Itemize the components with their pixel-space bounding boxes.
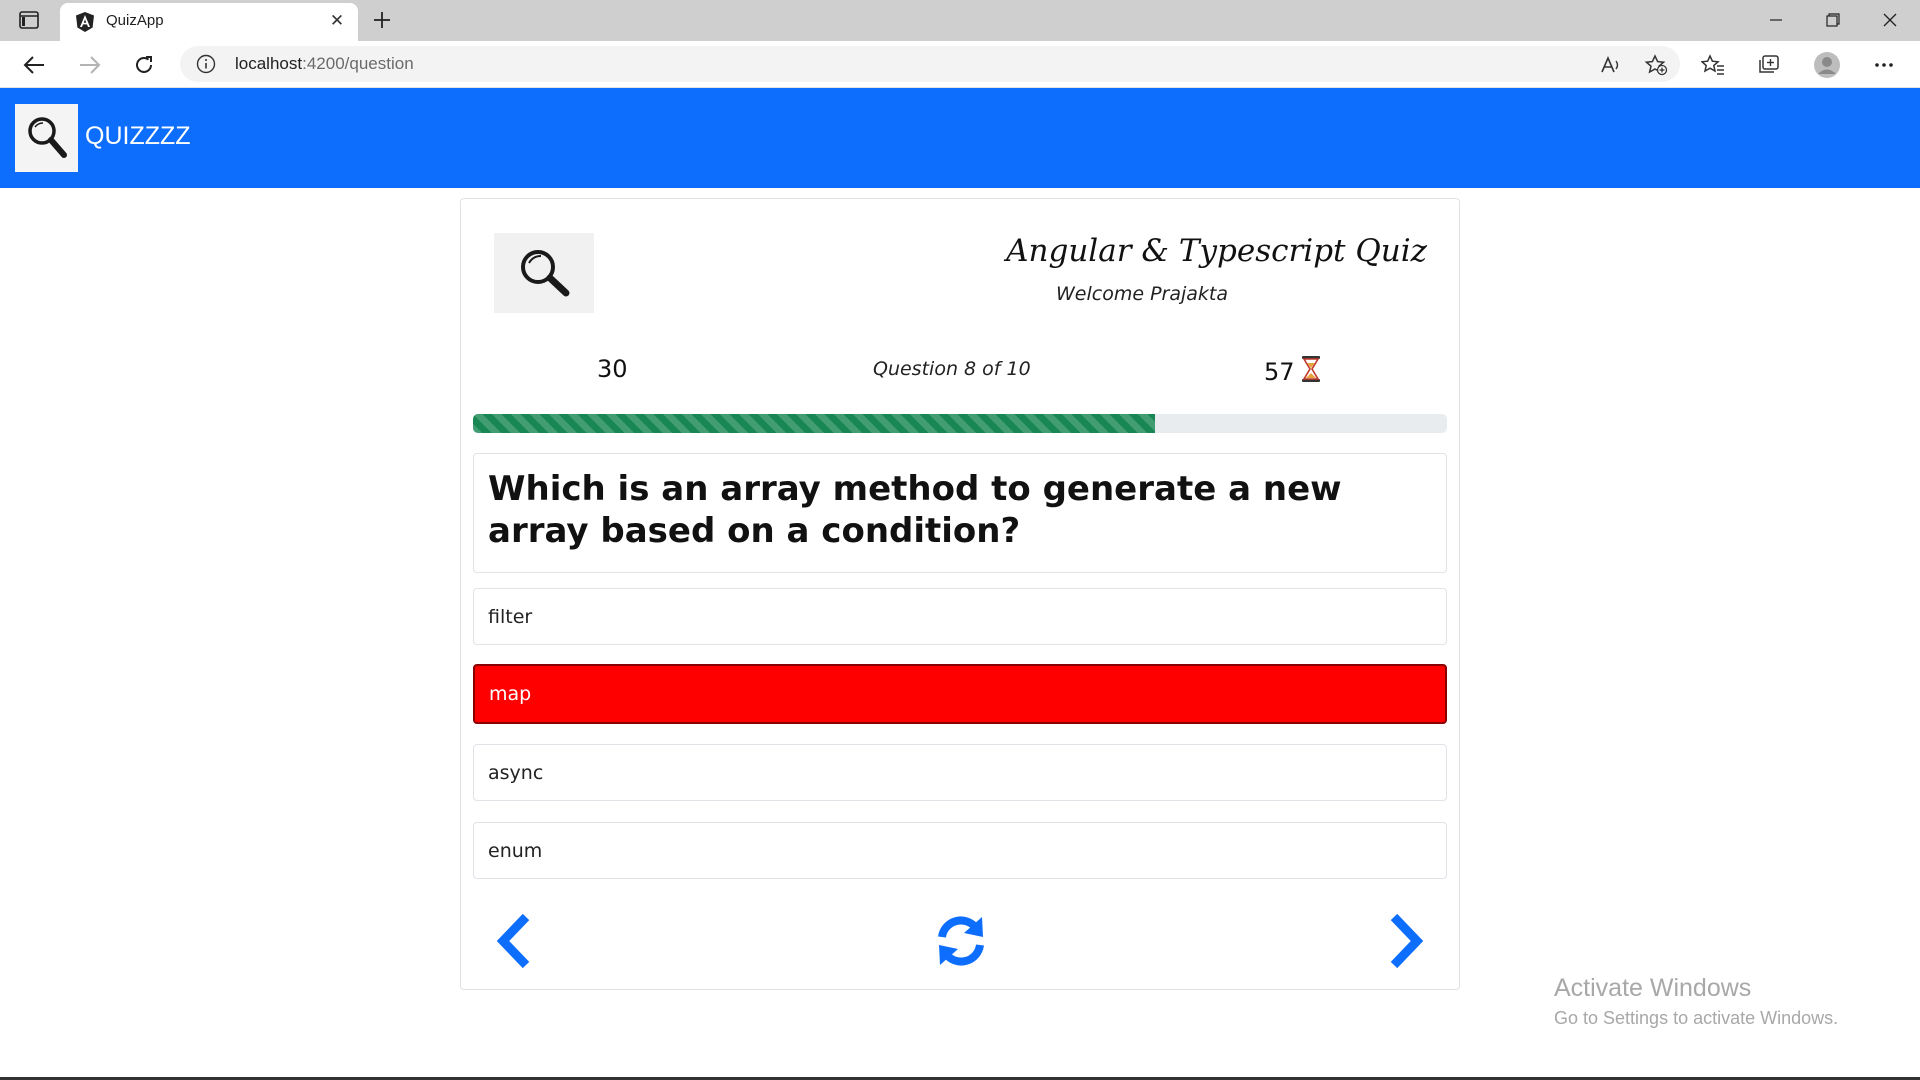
url-path: :4200/question xyxy=(302,54,414,73)
brand-title[interactable]: QUIZZZZ xyxy=(85,122,191,151)
quiz-card: Angular & Typescript Quiz Welcome Prajak… xyxy=(460,198,1460,990)
more-icon[interactable] xyxy=(1868,49,1900,81)
browser-tab-bar: QuizApp ✕ xyxy=(0,0,1920,41)
profile-icon[interactable] xyxy=(1811,49,1843,81)
close-icon[interactable]: ✕ xyxy=(326,10,348,32)
forward-arrow-icon[interactable] xyxy=(74,49,106,81)
refresh-quiz-button[interactable] xyxy=(929,909,993,973)
timer: 57 xyxy=(1264,355,1321,389)
collections-icon[interactable] xyxy=(1753,49,1785,81)
option-map[interactable]: map xyxy=(473,664,1447,724)
url-field[interactable]: localhost:4200/question xyxy=(180,46,1680,82)
info-icon[interactable] xyxy=(196,54,216,74)
previous-question-button[interactable] xyxy=(489,909,539,973)
quiz-title: Angular & Typescript Quiz xyxy=(1006,233,1427,269)
minimize-icon[interactable] xyxy=(1748,0,1804,40)
option-label: enum xyxy=(488,839,543,862)
progress-bar-fill xyxy=(473,414,1155,433)
browser-tab[interactable]: QuizApp ✕ xyxy=(60,3,358,41)
chevron-right-icon xyxy=(1390,913,1424,969)
option-enum[interactable]: enum xyxy=(473,822,1447,879)
points-value: 30 xyxy=(597,355,628,383)
tab-actions-icon[interactable] xyxy=(14,6,44,34)
option-label: map xyxy=(489,683,532,705)
app-navbar: QUIZZZZ xyxy=(0,88,1920,188)
favorites-icon[interactable] xyxy=(1697,49,1729,81)
browser-address-bar: localhost:4200/question xyxy=(0,41,1920,88)
close-window-icon[interactable] xyxy=(1862,0,1918,40)
url-host: localhost xyxy=(235,54,303,73)
option-label: filter xyxy=(488,605,533,628)
welcome-text: Welcome Prajakta xyxy=(1056,283,1228,305)
question-counter: Question 8 of 10 xyxy=(873,358,1031,380)
next-question-button[interactable] xyxy=(1381,909,1431,973)
activation-watermark-subtitle: Go to Settings to activate Windows. xyxy=(1554,1008,1839,1028)
back-arrow-icon[interactable] xyxy=(18,49,50,81)
add-favorite-icon[interactable] xyxy=(1640,49,1672,81)
question-text: Which is an array method to generate a n… xyxy=(488,469,1342,551)
angular-favicon-icon xyxy=(74,11,96,33)
read-aloud-icon[interactable] xyxy=(1595,49,1627,81)
question-box: Which is an array method to generate a n… xyxy=(473,453,1447,573)
refresh-icon[interactable] xyxy=(128,49,160,81)
logo-magnifier-icon[interactable] xyxy=(15,104,78,172)
url-text: localhost:4200/question xyxy=(235,54,414,74)
quiz-logo-magnifier-icon xyxy=(494,233,594,313)
option-async[interactable]: async xyxy=(473,744,1447,801)
progress-bar xyxy=(473,414,1447,433)
option-label: async xyxy=(488,761,544,784)
plus-icon[interactable] xyxy=(368,6,396,34)
restore-icon[interactable] xyxy=(1805,0,1861,40)
refresh-arrows-icon xyxy=(938,916,984,966)
hourglass-icon xyxy=(1301,355,1321,389)
chevron-left-icon xyxy=(496,913,530,969)
activation-watermark-title: Activate Windows xyxy=(1554,974,1752,1002)
tab-title: QuizApp xyxy=(106,12,164,29)
timer-value: 57 xyxy=(1264,358,1295,386)
option-filter[interactable]: filter xyxy=(473,588,1447,645)
